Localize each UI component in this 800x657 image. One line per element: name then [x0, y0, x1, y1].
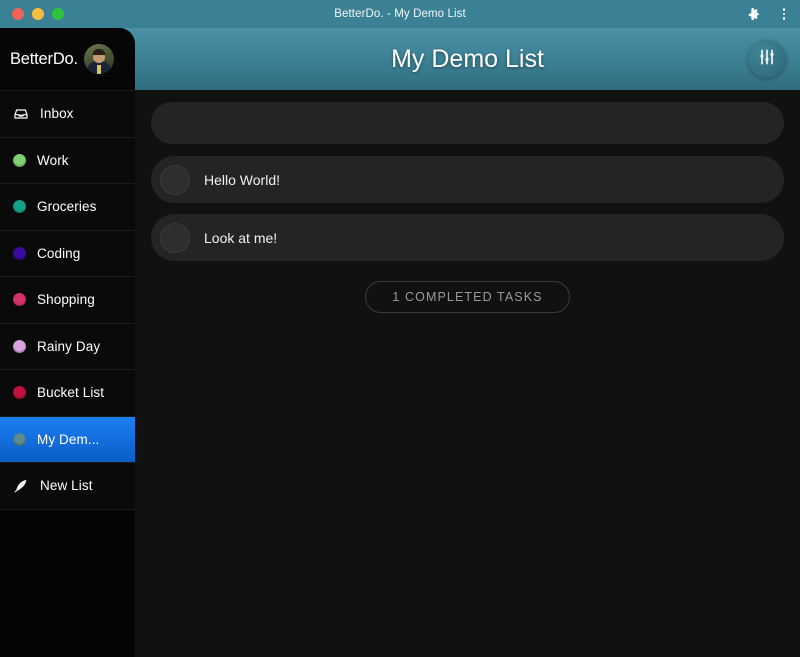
- browser-chrome: BetterDo. - My Demo List: [0, 0, 800, 28]
- list-color-dot: [13, 200, 26, 213]
- inbox-icon: [13, 106, 29, 122]
- puzzle-piece-icon[interactable]: [746, 6, 762, 22]
- task-item[interactable]: Hello World!: [151, 156, 784, 203]
- completed-tasks-area: 1 COMPLETED TASKS: [151, 281, 784, 313]
- sidebar-item-my-demo-list[interactable]: My Dem...: [0, 416, 135, 463]
- sidebar-item-new-list[interactable]: New List: [0, 462, 135, 509]
- sidebar-item-work[interactable]: Work: [0, 137, 135, 184]
- sidebar-item-label: Work: [37, 153, 69, 168]
- close-window-button[interactable]: [12, 8, 24, 20]
- completed-tasks-button[interactable]: 1 COMPLETED TASKS: [365, 281, 569, 313]
- page-title: My Demo List: [135, 28, 800, 90]
- avatar[interactable]: [84, 44, 114, 74]
- list-color-dot: [13, 247, 26, 260]
- sidebar-item-label: Inbox: [40, 106, 74, 121]
- sidebar-item-shopping[interactable]: Shopping: [0, 276, 135, 323]
- chrome-actions: [746, 0, 792, 28]
- task-title: Hello World!: [204, 172, 280, 188]
- brand-name: BetterDo.: [10, 50, 78, 69]
- sidebar-item-label: Rainy Day: [37, 339, 100, 354]
- sidebar-item-rainy-day[interactable]: Rainy Day: [0, 323, 135, 370]
- list-color-dot: [13, 293, 26, 306]
- sidebar-item-label: Shopping: [37, 292, 95, 307]
- task-title: Look at me!: [204, 230, 277, 246]
- list-color-dot: [13, 433, 26, 446]
- settings-button[interactable]: [748, 40, 786, 78]
- main-content: Hello World! Look at me! 1 COMPLETED TAS…: [135, 90, 800, 657]
- sidebar-item-bucket-list[interactable]: Bucket List: [0, 369, 135, 416]
- new-task-input[interactable]: [151, 102, 784, 144]
- list-color-dot: [13, 154, 26, 167]
- brand-header: BetterDo.: [0, 28, 135, 90]
- quill-icon: [13, 478, 29, 494]
- sidebar: BetterDo. Inbox Work: [0, 28, 135, 657]
- sidebar-nav: Inbox Work Groceries Coding Shopping Rai: [0, 90, 135, 510]
- list-color-dot: [13, 386, 26, 399]
- list-color-dot: [13, 340, 26, 353]
- three-dots-vertical-icon[interactable]: [776, 8, 792, 20]
- sidebar-item-label: My Dem...: [37, 432, 99, 447]
- sidebar-item-label: Bucket List: [37, 385, 104, 400]
- sidebar-item-label: Groceries: [37, 199, 96, 214]
- sidebar-item-coding[interactable]: Coding: [0, 230, 135, 277]
- sidebar-item-label: Coding: [37, 246, 80, 261]
- sidebar-item-groceries[interactable]: Groceries: [0, 183, 135, 230]
- window-title: BetterDo. - My Demo List: [0, 8, 800, 20]
- sidebar-item-label: New List: [40, 478, 93, 493]
- sidebar-empty-space: [0, 509, 135, 510]
- task-item[interactable]: Look at me!: [151, 214, 784, 261]
- sidebar-item-inbox[interactable]: Inbox: [0, 90, 135, 137]
- task-checkbox[interactable]: [160, 165, 190, 195]
- maximize-window-button[interactable]: [52, 8, 64, 20]
- minimize-window-button[interactable]: [32, 8, 44, 20]
- app-window: BetterDo. - My Demo List My Demo List: [0, 0, 800, 657]
- task-list: Hello World! Look at me!: [151, 156, 784, 261]
- sliders-icon: [757, 47, 777, 72]
- task-checkbox[interactable]: [160, 223, 190, 253]
- traffic-lights: [12, 8, 64, 20]
